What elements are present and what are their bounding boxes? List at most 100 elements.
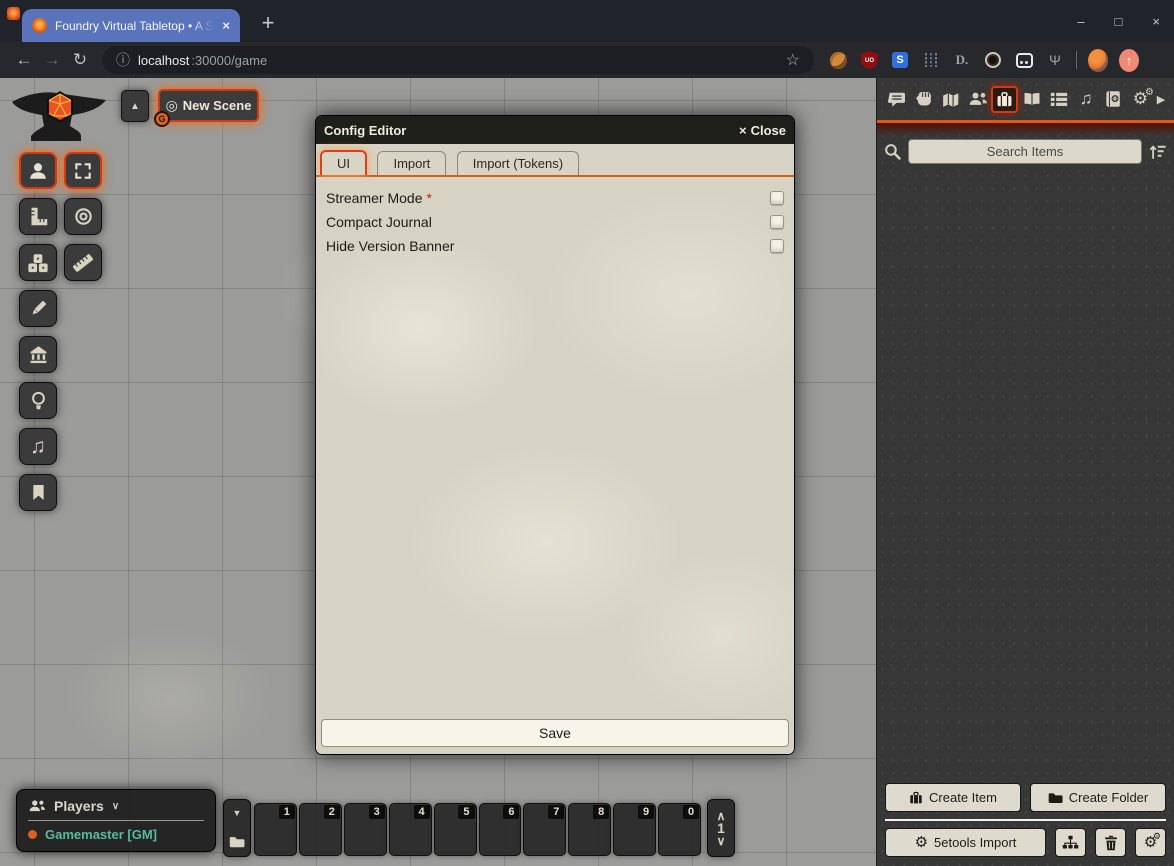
- macro-slot[interactable]: 6: [479, 803, 522, 856]
- tab-actors[interactable]: [964, 86, 991, 113]
- page-up-button[interactable]: ∧: [717, 811, 726, 821]
- tool-tile-controls[interactable]: [19, 244, 57, 281]
- tool-measure-controls[interactable]: [19, 198, 57, 235]
- create-folder-label: Create Folder: [1069, 790, 1148, 805]
- sliders-extension-icon[interactable]: [921, 50, 941, 70]
- user-icon: [27, 160, 49, 182]
- gear-icon: ⚙: [915, 835, 928, 850]
- macro-slot[interactable]: 2: [299, 803, 342, 856]
- collapse-hotbar-button[interactable]: ▼: [233, 808, 242, 818]
- foundry-logo[interactable]: [6, 86, 110, 144]
- macro-slot[interactable]: 4: [389, 803, 432, 856]
- player-row-gamemaster[interactable]: Gamemaster [GM]: [28, 825, 204, 843]
- tab-ui[interactable]: UI: [320, 150, 367, 175]
- subtool-select-tokens[interactable]: [64, 152, 102, 189]
- macro-folder-button[interactable]: [229, 835, 245, 848]
- slot-number: 3: [369, 805, 385, 819]
- address-bar[interactable]: ⓘ localhost :30000/game ☆: [102, 46, 814, 74]
- create-folder-button[interactable]: Create Folder: [1030, 783, 1166, 812]
- music-icon: ♫: [1080, 89, 1093, 109]
- tab-chat[interactable]: [883, 86, 910, 113]
- reload-button[interactable]: ↻: [66, 50, 94, 70]
- player-online-dot: [28, 830, 37, 839]
- macro-slot[interactable]: 7: [523, 803, 566, 856]
- setting-label: Streamer Mode: [326, 190, 422, 206]
- streamer-mode-checkbox[interactable]: [770, 191, 784, 205]
- map-icon: [941, 91, 960, 108]
- subtool-measure-distance[interactable]: [64, 244, 102, 281]
- setting-label: Compact Journal: [326, 214, 432, 230]
- compact-journal-checkbox[interactable]: [770, 215, 784, 229]
- window-maximize-button[interactable]: □: [1115, 14, 1123, 29]
- macro-slot[interactable]: 1: [254, 803, 297, 856]
- darkreader-extension-icon[interactable]: D.: [952, 50, 972, 70]
- tab-tables[interactable]: [1046, 86, 1073, 113]
- page-down-button[interactable]: ∨: [717, 836, 726, 846]
- users-icon: [28, 799, 46, 813]
- search-input[interactable]: [908, 139, 1142, 164]
- chevron-down-icon: ∨: [112, 801, 119, 812]
- fork-extension-icon[interactable]: Ψ: [1045, 50, 1065, 70]
- new-tab-button[interactable]: +: [254, 10, 282, 38]
- create-item-button[interactable]: Create Item: [885, 783, 1021, 812]
- tool-token-controls[interactable]: [19, 152, 57, 189]
- tab-scenes[interactable]: [937, 86, 964, 113]
- players-divider: [28, 820, 204, 821]
- sort-folders-icon[interactable]: [1149, 143, 1167, 160]
- tab-import[interactable]: Import: [377, 151, 446, 175]
- folder-tree-button[interactable]: [1055, 828, 1086, 857]
- tab-journal[interactable]: [1018, 86, 1045, 113]
- nav-collapse-button[interactable]: ▲: [121, 90, 149, 122]
- players-header[interactable]: Players ∨: [28, 795, 204, 817]
- macro-slot[interactable]: 8: [568, 803, 611, 856]
- macro-slot[interactable]: 9: [613, 803, 656, 856]
- settings-cogs-button[interactable]: ⚙ ⚙: [1135, 828, 1166, 857]
- window-close-button[interactable]: ×: [1152, 14, 1160, 29]
- tab-playlists[interactable]: ♫: [1073, 86, 1100, 113]
- tool-wall-controls[interactable]: [19, 336, 57, 373]
- tool-sound-controls[interactable]: ♫: [19, 428, 57, 465]
- update-button[interactable]: ↑: [1119, 50, 1139, 70]
- macro-slot[interactable]: 0: [658, 803, 701, 856]
- 5etools-import-button[interactable]: ⚙ 5etools Import: [885, 828, 1046, 857]
- eye-extension-icon[interactable]: [983, 50, 1003, 70]
- site-info-icon[interactable]: ⓘ: [116, 50, 130, 70]
- new-scene-button[interactable]: ◎ New Scene G: [158, 89, 259, 122]
- window-minimize-button[interactable]: –: [1077, 14, 1084, 29]
- ublock-extension-icon[interactable]: UO: [859, 50, 879, 70]
- macro-directory-control: ▼: [223, 799, 251, 857]
- macro-slot[interactable]: 5: [434, 803, 477, 856]
- music-icon: ♫: [30, 436, 46, 457]
- subtool-target-tokens[interactable]: [64, 198, 102, 235]
- tool-lighting-controls[interactable]: [19, 382, 57, 419]
- delete-button[interactable]: [1095, 828, 1126, 857]
- hide-version-banner-checkbox[interactable]: [770, 239, 784, 253]
- sidebar-footer: Create Item Create Folder ⚙ 5etools Impo…: [877, 776, 1174, 866]
- tab-close-icon[interactable]: ×: [222, 18, 230, 33]
- tool-notes-controls[interactable]: [19, 474, 57, 511]
- tab-import-tokens[interactable]: Import (Tokens): [457, 151, 579, 175]
- tab-compendium[interactable]: [1100, 86, 1127, 113]
- tab-combat[interactable]: [910, 86, 937, 113]
- item-directory-list[interactable]: [877, 170, 1174, 776]
- dice-cubes-icon: [27, 252, 49, 274]
- bookmark-star-icon[interactable]: ☆: [786, 50, 800, 70]
- config-editor-header[interactable]: Config Editor × Close: [316, 116, 794, 144]
- back-button[interactable]: ←: [10, 50, 38, 70]
- cookie-extension-icon[interactable]: [828, 50, 848, 70]
- browser-tab[interactable]: Foundry Virtual Tabletop • A Stan ×: [22, 9, 240, 42]
- sidebar-collapse-button[interactable]: ▶: [1154, 86, 1168, 113]
- window-app-icon: [7, 7, 20, 20]
- container-extension-icon[interactable]: [1014, 50, 1034, 70]
- players-label: Players: [54, 798, 104, 814]
- forward-button[interactable]: →: [38, 50, 66, 70]
- sidebar-tabs: ♫ ⚙ ⚙ ▶: [877, 78, 1174, 120]
- save-button[interactable]: Save: [321, 719, 789, 747]
- dialog-close-button[interactable]: × Close: [739, 123, 786, 138]
- tool-drawing-controls[interactable]: [19, 290, 57, 327]
- tab-settings[interactable]: ⚙ ⚙: [1127, 86, 1154, 113]
- macro-slot[interactable]: 3: [344, 803, 387, 856]
- profile-avatar[interactable]: [1088, 50, 1108, 70]
- session-extension-icon[interactable]: S: [890, 50, 910, 70]
- tab-items[interactable]: [991, 86, 1018, 113]
